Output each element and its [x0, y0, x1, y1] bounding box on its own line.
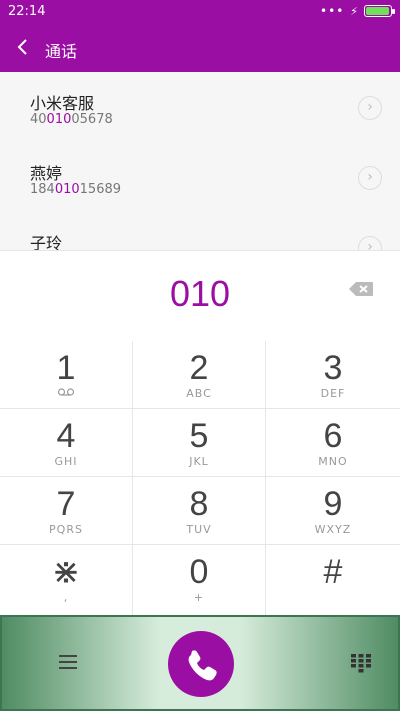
app-bar: 通话: [0, 24, 400, 72]
dialpad-icon[interactable]: [350, 653, 372, 673]
list-item[interactable]: 子玲 ›: [0, 212, 400, 250]
menu-icon[interactable]: [58, 653, 78, 671]
key-2[interactable]: 2 ABC: [133, 341, 266, 409]
status-icons: ••• ⚡: [320, 4, 395, 18]
signal-dots-icon: •••: [320, 4, 345, 18]
key-1[interactable]: 1: [0, 341, 133, 409]
dialpad: 1 2 ABC 3 DEF 4 GHI 5 JKL 6 MNO 7 PQRS 8 TUV 9W…: [0, 341, 400, 615]
contact-number: 18401015689: [30, 182, 122, 197]
charging-bolt-icon: ⚡: [350, 4, 358, 18]
contact-number: 4001005678: [30, 112, 113, 127]
list-item[interactable]: 小米客服 4001005678 ›: [0, 72, 400, 142]
key-5[interactable]: 5 JKL: [133, 409, 266, 477]
key-9[interactable]: 9 WXYZ: [266, 477, 400, 545]
contact-name: 小米客服: [30, 94, 95, 113]
key-6[interactable]: 6 MNO: [266, 409, 400, 477]
dialer-action-bar: [0, 615, 400, 711]
chevron-right-icon[interactable]: ›: [358, 166, 382, 190]
phone-icon: [188, 650, 217, 681]
key-4[interactable]: 4 GHI: [0, 409, 133, 477]
chevron-left-icon[interactable]: [14, 36, 32, 58]
key-star[interactable]: ⋇,: [0, 545, 133, 615]
battery-icon: [364, 5, 395, 17]
voicemail-icon: [0, 387, 132, 401]
page-title: 通话: [45, 42, 78, 61]
dialed-number: 010: [169, 273, 231, 314]
dial-display: 010: [0, 250, 400, 342]
call-button[interactable]: [168, 631, 234, 697]
backspace-icon[interactable]: [348, 281, 374, 297]
contact-name: 燕婷: [30, 164, 63, 183]
key-hash[interactable]: #: [266, 545, 400, 615]
battery-fill: [366, 7, 389, 15]
key-7[interactable]: 7 PQRS: [0, 477, 133, 545]
contact-name: 子玲: [30, 234, 63, 250]
key-3[interactable]: 3 DEF: [266, 341, 400, 409]
status-bar: 22:14 ••• ⚡: [0, 0, 400, 24]
chevron-right-icon[interactable]: ›: [358, 96, 382, 120]
list-item[interactable]: 燕婷 18401015689 ›: [0, 142, 400, 212]
key-0[interactable]: 0 +: [133, 545, 266, 615]
key-8[interactable]: 8 TUV: [133, 477, 266, 545]
contact-results-list: 小米客服 4001005678 › 燕婷 18401015689 › 子玲 ›: [0, 72, 400, 250]
status-time: 22:14: [8, 4, 46, 19]
chevron-right-icon[interactable]: ›: [358, 236, 382, 250]
